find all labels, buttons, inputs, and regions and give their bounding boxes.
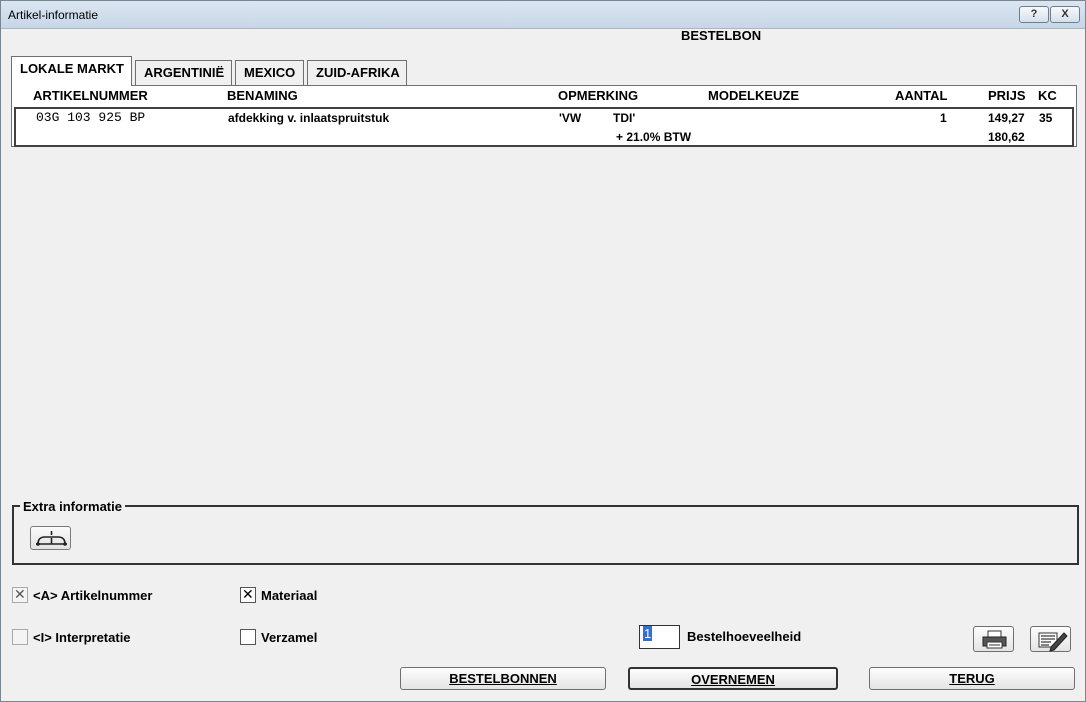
print-button[interactable] (973, 626, 1014, 652)
cell-prijs: 149,27 (988, 111, 1025, 125)
cell-aantal: 1 (940, 111, 947, 125)
table-row[interactable]: 03G 103 925 BP afdekking v. inlaatspruit… (14, 107, 1074, 147)
column-header-aantal: AANTAL (895, 88, 948, 103)
verzamel-checkbox[interactable] (240, 629, 256, 645)
extra-info-label: Extra informatie (20, 499, 125, 514)
title-bar: Artikel-informatie ? X (1, 1, 1085, 29)
tab-mexico[interactable]: MEXICO (235, 60, 304, 85)
column-header-benaming: BENAMING (227, 88, 298, 103)
edit-button[interactable] (1030, 626, 1071, 652)
page-title: BESTELBON (681, 28, 762, 43)
column-header-artikelnummer: ARTIKELNUMMER (33, 88, 148, 103)
interpretatie-checkbox-label: <I> Interpretatie (33, 630, 131, 645)
column-header-kc: KC (1038, 88, 1057, 103)
materiaal-checkbox[interactable] (240, 586, 256, 603)
quantity-label: Bestelhoeveelheid (687, 629, 802, 644)
interpretatie-checkbox[interactable] (12, 629, 28, 645)
verzamel-checkbox-label: Verzamel (261, 630, 318, 645)
terug-button[interactable]: TERUG (869, 667, 1075, 690)
edit-list-icon (1038, 632, 1068, 652)
network-node-button[interactable] (30, 526, 71, 550)
cell-benaming: afdekking v. inlaatspruitstuk (228, 111, 390, 125)
artikelnummer-checkbox-label: <A> Artikelnummer (33, 588, 153, 603)
extra-info-group: Extra informatie (12, 499, 1079, 565)
cell-kc: 35 (1039, 111, 1053, 125)
tab-argentinie[interactable]: ARGENTINIË (135, 60, 232, 85)
tab-zuid-afrika[interactable]: ZUID-AFRIKA (307, 60, 407, 85)
quantity-input[interactable]: 1 (639, 625, 680, 649)
cell-opmerking-1: 'VW (559, 111, 582, 125)
window-title: Artikel-informatie (8, 8, 99, 22)
cell-opmerking-2: TDI' (613, 111, 636, 125)
column-header-prijs: PRIJS (988, 88, 1026, 103)
materiaal-checkbox-label: Materiaal (261, 588, 318, 603)
cell-prijs-btw: 180,62 (988, 130, 1025, 144)
cell-btw-label: + 21.0% BTW (616, 130, 692, 144)
column-header-opmerking: OPMERKING (558, 88, 639, 103)
tab-lokale-markt[interactable]: LOKALE MARKT (11, 56, 132, 86)
artikelnummer-checkbox[interactable] (12, 586, 28, 603)
overnemen-button[interactable]: OVERNEMEN (628, 667, 838, 690)
close-button[interactable]: X (1050, 6, 1080, 23)
client-area: BESTELBON LOKALE MARKT ARGENTINIË MEXICO… (2, 29, 1085, 701)
quantity-value: 1 (643, 626, 653, 641)
column-header-modelkeuze: MODELKEUZE (708, 88, 799, 103)
window: Artikel-informatie ? X BESTELBON LOKALE … (0, 0, 1086, 702)
bestelbonnen-button[interactable]: BESTELBONNEN (400, 667, 606, 690)
cell-artikelnummer: 03G 103 925 BP (36, 110, 146, 125)
help-button[interactable]: ? (1019, 6, 1049, 23)
printer-icon (982, 630, 1007, 649)
tab-panel: ARTIKELNUMMER BENAMING OPMERKING MODELKE… (11, 85, 1077, 147)
network-node-icon (36, 531, 67, 546)
